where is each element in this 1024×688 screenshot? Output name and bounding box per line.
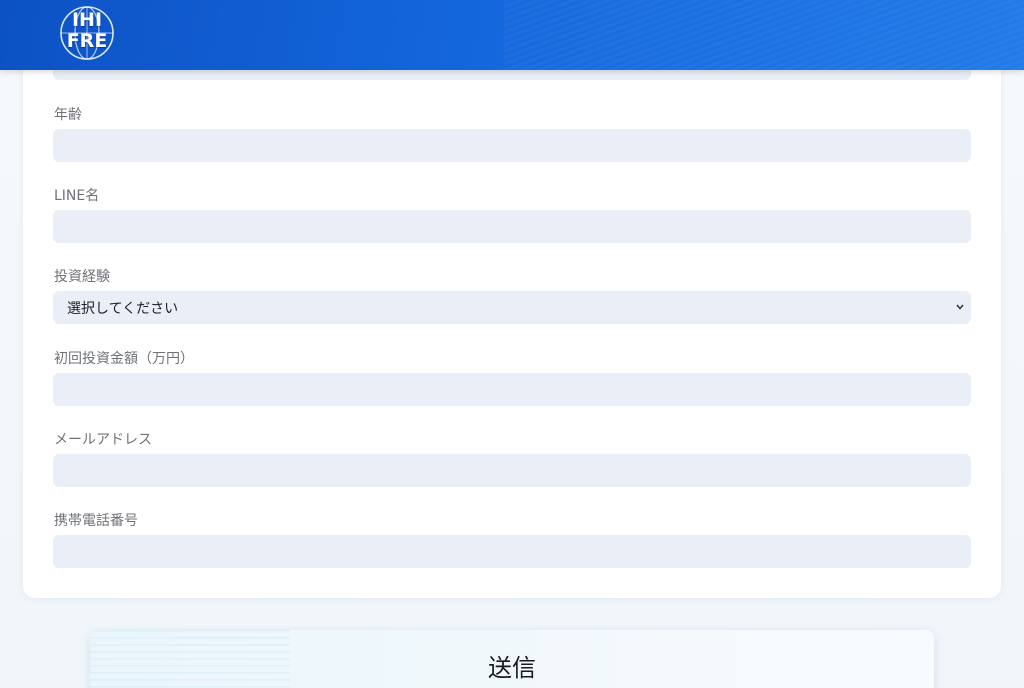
logo-text-bottom: FRE	[66, 30, 108, 52]
page: IHI FRE 年齢 LINE名 投資経験 選択してください 初回投資金額（万円…	[0, 0, 1024, 688]
line-name-label: LINE名	[54, 188, 100, 204]
logo[interactable]: IHI FRE	[58, 4, 116, 62]
logo-text-top: IHI	[71, 9, 103, 31]
mobile-phone-input[interactable]	[53, 535, 971, 568]
email-label: メールアドレス	[54, 432, 152, 448]
initial-investment-input[interactable]	[53, 373, 971, 406]
header-pattern	[504, 0, 1024, 70]
age-input[interactable]	[53, 129, 971, 162]
line-name-input[interactable]	[53, 210, 971, 243]
investment-experience-selected: 選択してください	[67, 301, 179, 317]
submit-button[interactable]: 送信	[90, 630, 934, 688]
site-header: IHI FRE	[0, 0, 1024, 70]
submit-container: 送信	[90, 630, 934, 688]
initial-investment-label: 初回投資金額（万円）	[54, 351, 194, 367]
age-label: 年齢	[54, 107, 82, 123]
email-input[interactable]	[53, 454, 971, 487]
chevron-down-icon	[956, 304, 964, 310]
investment-experience-label: 投資経験	[54, 269, 110, 285]
investment-experience-select[interactable]: 選択してください	[53, 291, 971, 324]
previous-input-edge[interactable]	[53, 70, 971, 80]
mobile-phone-label: 携帯電話番号	[54, 513, 138, 529]
